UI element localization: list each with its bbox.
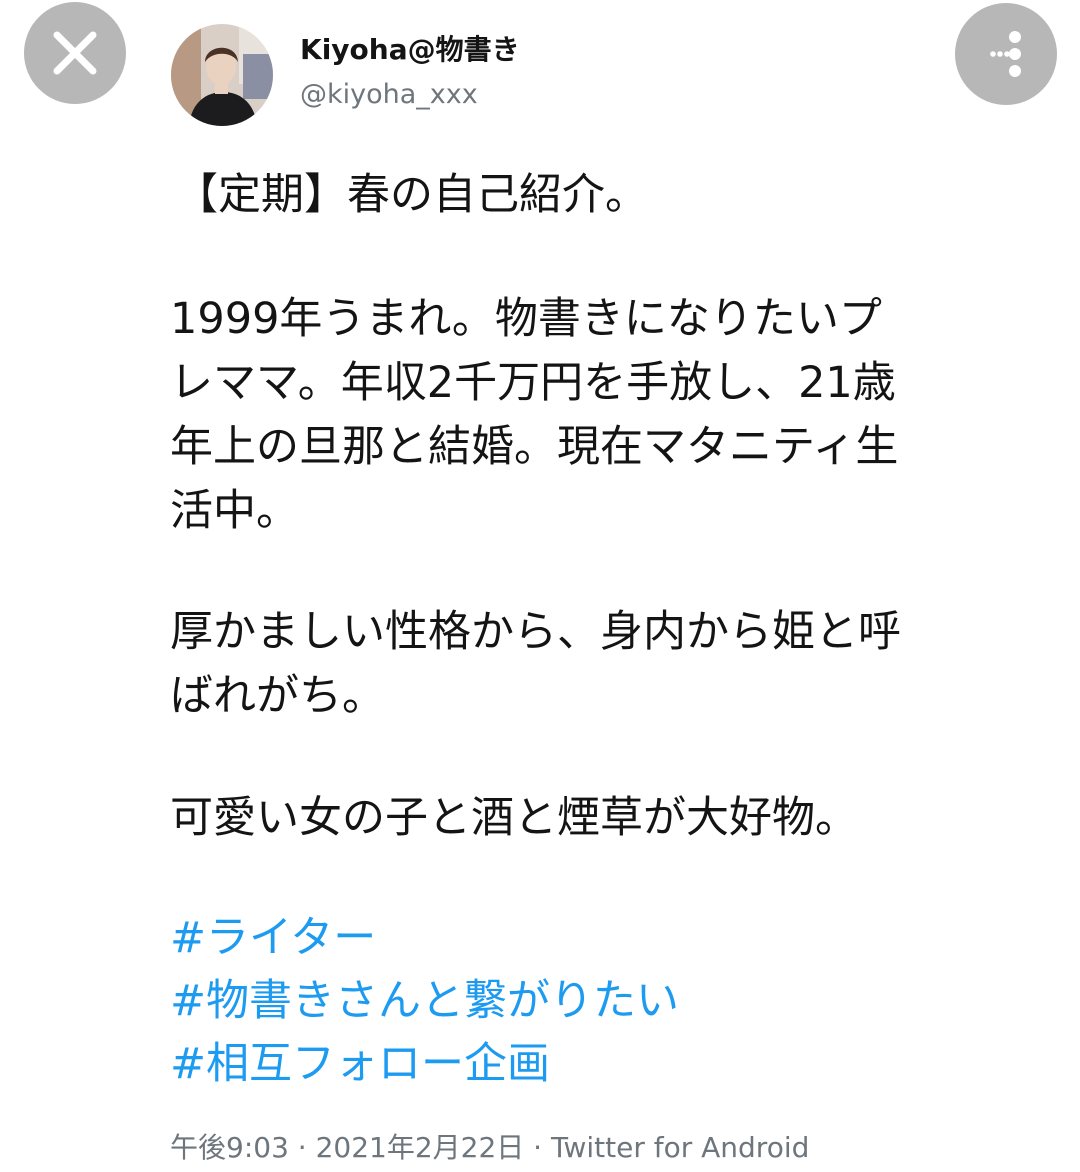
hashtag-link[interactable]: #ライター <box>170 906 376 970</box>
avatar-image <box>171 24 273 126</box>
tweet-text-line: 【定期】春の自己紹介。 <box>175 170 648 220</box>
hashtag-link[interactable]: #相互フォロー企画 <box>170 1032 550 1096</box>
user-handle[interactable]: @kiyoha_xxx <box>300 76 478 114</box>
tweet-text-line: 厚かましい性格から、身内から姫と呼 <box>170 607 901 657</box>
tweet-text-line: 可愛い女の子と酒と煙草が大好物。 <box>170 793 858 843</box>
display-name[interactable]: Kiyoha@物書き <box>300 30 520 70</box>
tweet-text-line: 年上の旦那と結婚。現在マタニティ生 <box>170 422 899 472</box>
close-icon <box>53 31 97 75</box>
tweet-text-line: 活中。 <box>170 486 299 536</box>
hashtag-link[interactable]: #物書きさんと繋がりたい <box>170 969 679 1033</box>
tweet-text-line: 1999年うまれ。物書きになりたいプ <box>170 294 882 344</box>
tweet-text-line: レママ。年収2千万円を手放し、21歳 <box>170 358 896 408</box>
tweet-text-line: ばれがち。 <box>170 671 385 721</box>
avatar[interactable] <box>171 24 273 126</box>
more-options-button[interactable] <box>955 3 1057 105</box>
close-button[interactable] <box>24 2 126 104</box>
tweet-timestamp: 午後9:03 · 2021年2月22日 · Twitter for Androi… <box>170 1131 810 1164</box>
more-options-icon <box>990 31 1021 77</box>
